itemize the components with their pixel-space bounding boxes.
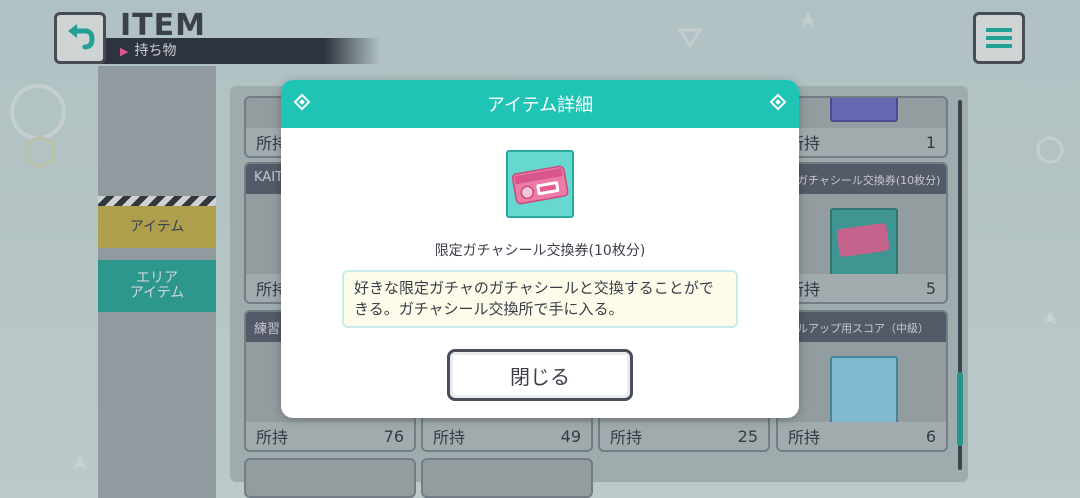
ticket-graphic [511, 165, 569, 205]
item-description: 好きな限定ガチャのガチャシールと交換することができる。ガチャシール交換所で手に入… [342, 270, 738, 328]
close-button[interactable]: 閉じる [447, 349, 633, 401]
dialog-title: アイテム詳細 [486, 95, 594, 116]
gacha-seal-ticket-icon [506, 150, 574, 218]
dialog-header: アイテム詳細 [281, 80, 799, 128]
diamond-icon [769, 93, 787, 111]
item-detail-dialog: アイテム詳細 限定ガチャシール交換券(10枚分) 好きな限定ガチャのガチャシール… [281, 80, 799, 418]
item-screen: ITEM ▶ 持ち物 アイテム エリア アイテム 所持 所持 1 KAIT 所持 定… [0, 0, 1080, 498]
item-name: 限定ガチャシール交換券(10枚分) [434, 243, 646, 259]
diamond-icon [293, 93, 311, 111]
